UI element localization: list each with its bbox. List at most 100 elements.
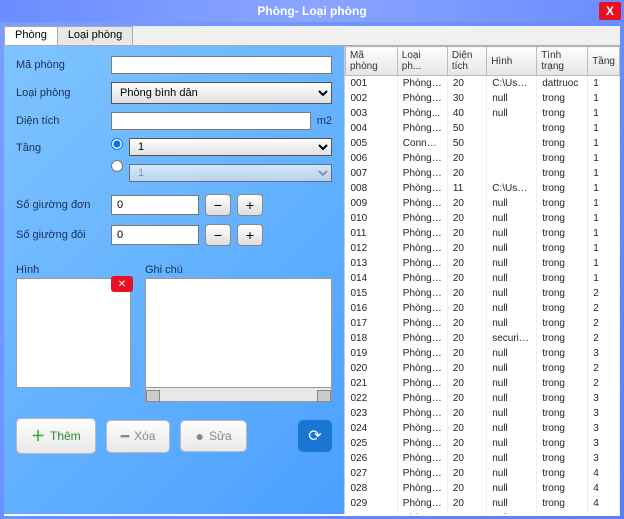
label-loai-phong: Loại phòng (16, 87, 111, 99)
table-row[interactable]: 013Phòng b...20nulltrong1 (346, 256, 620, 271)
column-header[interactable]: Hình (487, 47, 537, 76)
table-row[interactable]: 028Phòng b...20nulltrong4 (346, 481, 620, 496)
table-cell: 1 (588, 151, 620, 166)
table-cell: 20 (447, 151, 486, 166)
input-giuong-doi[interactable] (111, 225, 199, 245)
table-row[interactable]: 029Phòng b...20nulltrong4 (346, 496, 620, 511)
table-row[interactable]: 009Phòng b...20nulltrong1 (346, 196, 620, 211)
input-ma-phong[interactable] (111, 56, 332, 74)
giuong-don-plus[interactable]: + (237, 194, 263, 216)
table-cell: null (487, 466, 537, 481)
table-cell: 3 (588, 451, 620, 466)
table-cell: trong (537, 136, 588, 151)
table-cell: trong (537, 436, 588, 451)
giuong-don-minus[interactable]: − (205, 194, 231, 216)
delete-button[interactable]: ━ Xóa (106, 420, 171, 453)
table-cell: trong (537, 166, 588, 181)
table-row[interactable]: 021Phòng b...20nulltrong2 (346, 376, 620, 391)
close-button[interactable]: X (599, 2, 621, 20)
table-cell: 017 (346, 316, 398, 331)
giuong-doi-minus[interactable]: − (205, 224, 231, 246)
tab-phong[interactable]: Phòng (4, 26, 58, 45)
table-row[interactable]: 027Phòng b...20nulltrong4 (346, 466, 620, 481)
column-header[interactable]: Diện tích (447, 47, 486, 76)
column-header[interactable]: Loại ph... (397, 47, 447, 76)
table-row[interactable]: 019Phòng b...20nulltrong3 (346, 346, 620, 361)
table-cell: null (487, 196, 537, 211)
table-cell: trong (537, 241, 588, 256)
image-clear-button[interactable]: ✕ (111, 276, 133, 292)
table-row[interactable]: 020Phòng b...20nulltrong2 (346, 361, 620, 376)
table-cell: 024 (346, 421, 398, 436)
table-cell: 20 (447, 511, 486, 514)
table-cell: 006 (346, 151, 398, 166)
input-dien-tich[interactable] (111, 112, 311, 130)
image-preview[interactable] (16, 278, 131, 388)
radio-tang-2[interactable] (111, 160, 123, 172)
table-row[interactable]: 025Phòng b...20nulltrong3 (346, 436, 620, 451)
edit-button-label: Sửa (209, 429, 232, 443)
table-row[interactable]: 026Phòng b...20nulltrong3 (346, 451, 620, 466)
table-cell: Phòng b... (397, 151, 447, 166)
table-cell: Phòng b... (397, 466, 447, 481)
table-cell: null (487, 481, 537, 496)
table-cell: 1 (588, 181, 620, 196)
table-cell: Phòng b... (397, 316, 447, 331)
table-row[interactable]: 030Phòng b...20nulltrong4 (346, 511, 620, 514)
table-row[interactable]: 008Phòng b...11C:\User...trong1 (346, 181, 620, 196)
table-cell: C:\User... (487, 76, 537, 92)
column-header[interactable]: Mã phòng (346, 47, 398, 76)
table-row[interactable]: 012Phòng b...20nulltrong1 (346, 241, 620, 256)
table-row[interactable]: 011Phòng b...20nulltrong1 (346, 226, 620, 241)
table-row[interactable]: 001Phòng b...20C:\User...dattruoc1 (346, 76, 620, 92)
ghi-chu-scrollbar[interactable] (145, 388, 332, 402)
table-cell: 029 (346, 496, 398, 511)
select-loai-phong[interactable]: Phòng bình dân (111, 82, 332, 104)
table-row[interactable]: 017Phòng b...20nulltrong2 (346, 316, 620, 331)
column-header[interactable]: Tình trạng (537, 47, 588, 76)
edit-button[interactable]: ● Sửa (180, 420, 246, 452)
table-row[interactable]: 024Phòng b...20nulltrong3 (346, 421, 620, 436)
radio-tang-1[interactable] (111, 138, 123, 150)
textarea-ghi-chu[interactable] (145, 278, 332, 388)
table-row[interactable]: 002Phòng S...30nulltrong1 (346, 91, 620, 106)
input-giuong-don[interactable] (111, 195, 199, 215)
select-tang-1[interactable]: 1 (129, 138, 332, 156)
table-row[interactable]: 016Phòng b...20nulltrong2 (346, 301, 620, 316)
table-row[interactable]: 010Phòng b...20nulltrong1 (346, 211, 620, 226)
table-cell: 019 (346, 346, 398, 361)
table-row[interactable]: 023Phòng b...20nulltrong3 (346, 406, 620, 421)
table-row[interactable]: 022Phòng b...20nulltrong3 (346, 391, 620, 406)
label-hinh: Hình (16, 264, 131, 276)
giuong-doi-plus[interactable]: + (237, 224, 263, 246)
column-header[interactable]: Tầng (588, 47, 620, 76)
table-row[interactable]: 003Phòng...40nulltrong1 (346, 106, 620, 121)
table-row[interactable]: 004Phòng S...50trong1 (346, 121, 620, 136)
table-row[interactable]: 005Connect...50trong1 (346, 136, 620, 151)
window-title: Phòng- Loại phòng (257, 4, 366, 18)
add-button[interactable]: ＋ Thêm (16, 418, 96, 454)
table-cell: 1 (588, 76, 620, 92)
table-cell: 20 (447, 436, 486, 451)
refresh-button[interactable]: ⟳ (298, 420, 332, 452)
table-cell: 20 (447, 391, 486, 406)
table-cell: 3 (588, 346, 620, 361)
table-cell: 4 (588, 496, 620, 511)
table-cell: Phòng b... (397, 451, 447, 466)
label-giuong-don: Số giường đơn (16, 199, 111, 211)
table-cell: 50 (447, 121, 486, 136)
table-cell: trong (537, 451, 588, 466)
table-row[interactable]: 007Phòng b...20trong1 (346, 166, 620, 181)
data-table[interactable]: Mã phòngLoại ph...Diện tíchHìnhTình trạn… (345, 46, 620, 514)
table-row[interactable]: 018Phòng b...20security...trong2 (346, 331, 620, 346)
table-row[interactable]: 006Phòng b...20trong1 (346, 151, 620, 166)
table-row[interactable]: 014Phòng b...20nulltrong1 (346, 271, 620, 286)
table-cell: Phòng b... (397, 241, 447, 256)
table-cell: 1 (588, 241, 620, 256)
table-row[interactable]: 015Phòng b...20nulltrong2 (346, 286, 620, 301)
select-tang-2: 1 (129, 164, 332, 182)
table-cell: trong (537, 106, 588, 121)
tab-loai-phong[interactable]: Loại phòng (57, 26, 133, 45)
table-cell: 015 (346, 286, 398, 301)
table-cell: C:\User... (487, 181, 537, 196)
